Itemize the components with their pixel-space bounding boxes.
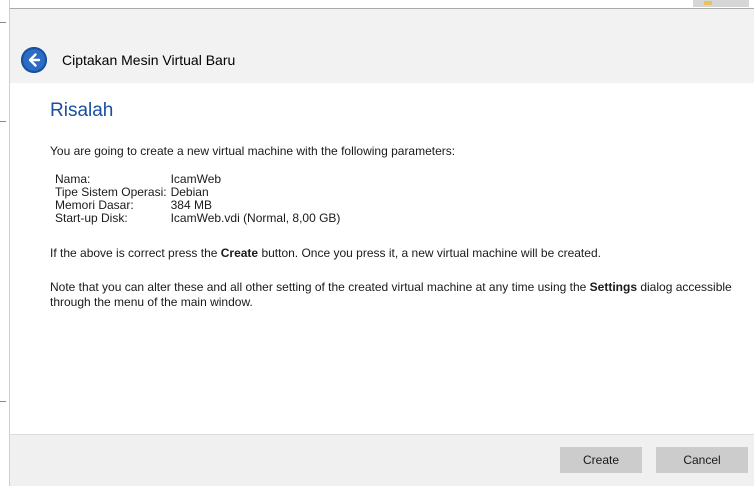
edge-tick — [0, 121, 6, 122]
wizard-title: Ciptakan Mesin Virtual Baru — [62, 52, 236, 68]
dialog-top-frame — [10, 0, 754, 9]
create-button[interactable]: Create — [560, 447, 642, 473]
back-arrow-icon — [28, 53, 41, 67]
wizard-footer: Create Cancel — [10, 434, 754, 486]
screen: Ciptakan Mesin Virtual Baru Risalah You … — [0, 0, 754, 486]
settings-note: Note that you can alter these and all ot… — [50, 280, 740, 310]
create-keyword: Create — [220, 246, 259, 260]
parameter-value: IcamWeb.vdi (Normal, 8,00 GB) — [170, 211, 341, 225]
edge-tick — [0, 22, 6, 23]
new-vm-wizard-dialog: Ciptakan Mesin Virtual Baru Risalah You … — [10, 9, 754, 486]
folder-icon — [704, 1, 712, 5]
cancel-button[interactable]: Cancel — [656, 447, 748, 473]
parameter-label: Start-up Disk: — [55, 211, 128, 225]
background-taskbar-fragment — [693, 0, 749, 7]
parameters-table: Nama: IcamWeb Tipe Sistem Operasi: Debian Me… — [55, 173, 340, 225]
background-window-edge — [0, 0, 10, 486]
note-text: Note that you can alter these and all ot… — [50, 280, 590, 294]
settings-keyword: Settings — [589, 280, 637, 294]
back-button[interactable] — [21, 47, 47, 73]
intro-text: You are going to create a new virtual ma… — [50, 144, 456, 158]
parameter-row: Start-up Disk: IcamWeb.vdi (Normal, 8,00 … — [55, 212, 340, 225]
wizard-content: Risalah You are going to create a new vi… — [10, 83, 754, 433]
confirm-instructions: If the above is correct press the Create… — [50, 246, 740, 260]
page-title: Risalah — [50, 100, 114, 121]
confirm-text: button. Once you press it, a new virtual… — [258, 246, 601, 260]
confirm-text: If the above is correct press the — [50, 246, 221, 260]
wizard-header: Ciptakan Mesin Virtual Baru — [10, 9, 754, 83]
edge-tick — [0, 401, 6, 402]
